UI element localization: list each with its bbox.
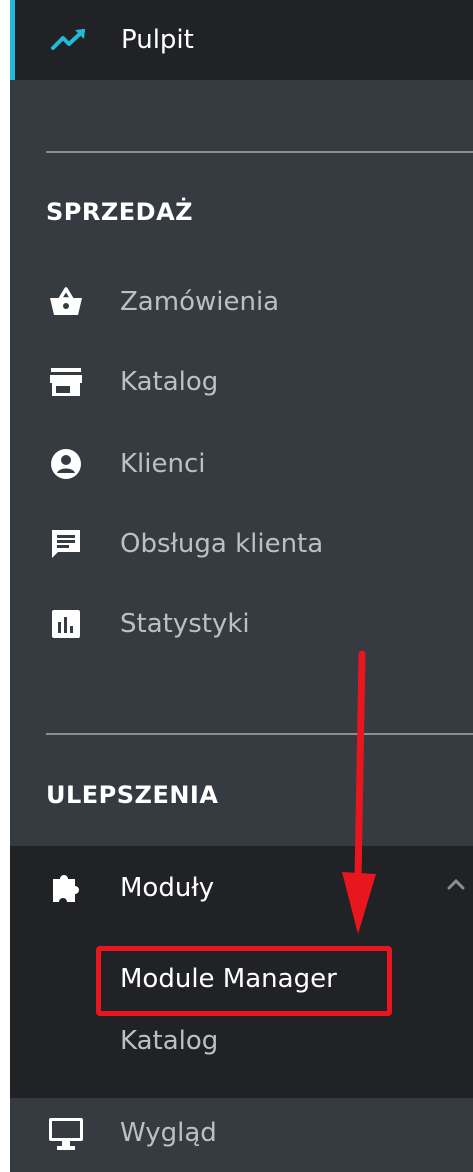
section-divider	[46, 151, 473, 153]
account-circle-icon	[46, 444, 86, 484]
sidebar-item-orders[interactable]: Zamówienia	[10, 276, 473, 328]
monitor-icon	[46, 1114, 86, 1154]
sidebar-item-catalog[interactable]: Katalog	[10, 356, 473, 408]
annotation-highlight-box	[96, 946, 392, 1016]
sidebar-item-customers[interactable]: Klienci	[10, 438, 473, 490]
section-divider	[46, 733, 473, 735]
store-icon	[46, 362, 86, 402]
shopping-basket-icon	[46, 282, 86, 322]
sidebar-item-label: Zamówienia	[120, 287, 280, 317]
section-title-sales: SPRZEDAŻ	[46, 198, 194, 226]
sidebar-item-label: Pulpit	[121, 25, 194, 55]
bar-chart-icon	[46, 604, 86, 644]
sidebar-item-label: Klienci	[120, 449, 206, 479]
annotation-arrow-icon	[342, 650, 376, 934]
sidebar-nav: Pulpit SPRZEDAŻ Zamówienia Katalog Klien…	[10, 0, 473, 1172]
sidebar-item-design[interactable]: Wygląd	[10, 1098, 473, 1172]
chat-icon	[46, 524, 86, 564]
submenu-item-modules-catalog[interactable]: Katalog	[120, 1028, 218, 1054]
sidebar-item-label: Obsługa klienta	[120, 529, 324, 559]
sidebar-item-dashboard[interactable]: Pulpit	[10, 0, 473, 80]
chevron-up-icon[interactable]	[446, 874, 466, 894]
sidebar-item-statistics[interactable]: Statystyki	[10, 598, 473, 650]
sidebar-item-customer-service[interactable]: Obsługa klienta	[10, 518, 473, 570]
sidebar-item-label: Moduły	[120, 873, 215, 903]
puzzle-icon	[46, 868, 86, 908]
sidebar-item-modules[interactable]: Moduły	[10, 846, 473, 930]
section-title-improvements: ULEPSZENIA	[46, 781, 219, 809]
sidebar-item-label: Statystyki	[120, 609, 250, 639]
sidebar-item-label: Wygląd	[120, 1118, 217, 1148]
trending-up-icon	[49, 20, 89, 60]
sidebar-item-label: Katalog	[120, 367, 219, 397]
